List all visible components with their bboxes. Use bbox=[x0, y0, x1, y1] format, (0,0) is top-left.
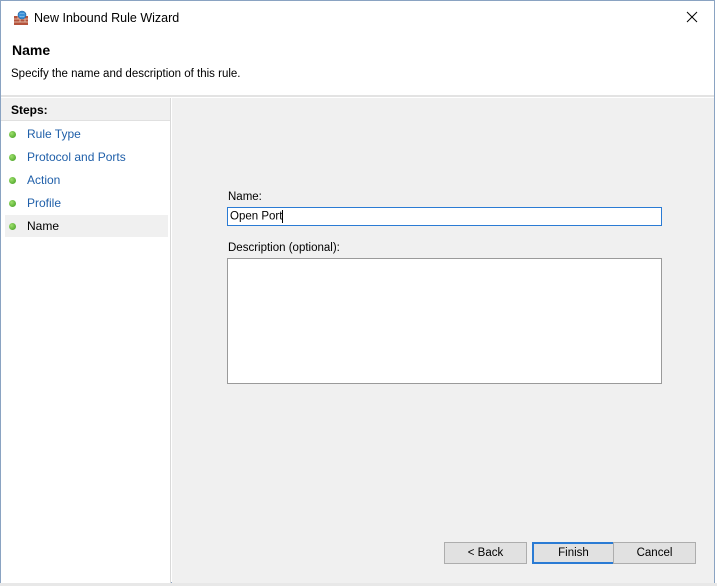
step-label: Profile bbox=[27, 196, 62, 210]
green-dot-icon bbox=[9, 154, 16, 161]
wizard-header: Name Specify the name and description of… bbox=[1, 35, 714, 97]
description-textarea[interactable] bbox=[227, 258, 662, 384]
back-button[interactable]: < Back bbox=[444, 542, 527, 564]
step-action[interactable]: Action bbox=[5, 169, 168, 191]
step-protocol-and-ports[interactable]: Protocol and Ports bbox=[5, 146, 168, 168]
description-label: Description (optional): bbox=[228, 242, 340, 254]
step-label: Action bbox=[27, 173, 61, 187]
cancel-button-label: Cancel bbox=[636, 547, 673, 559]
steps-heading-label: Steps: bbox=[11, 103, 48, 117]
back-button-label: < Back bbox=[467, 547, 504, 559]
close-button[interactable] bbox=[670, 1, 714, 35]
title-bar: New Inbound Rule Wizard bbox=[1, 1, 714, 35]
wizard-window: New Inbound Rule Wizard Name Specify the… bbox=[0, 0, 715, 583]
green-dot-icon bbox=[9, 177, 16, 184]
steps-heading: Steps: bbox=[1, 98, 170, 121]
green-dot-icon bbox=[9, 200, 16, 207]
name-label: Name: bbox=[228, 191, 262, 203]
step-label: Name bbox=[27, 219, 60, 233]
cancel-button[interactable]: Cancel bbox=[613, 542, 696, 564]
steps-pane: Steps: Rule Type Protocol and Ports Acti… bbox=[1, 98, 171, 583]
step-profile[interactable]: Profile bbox=[5, 192, 168, 214]
page-title: Name bbox=[12, 42, 51, 58]
name-input[interactable]: Open Port bbox=[227, 207, 662, 226]
green-dot-icon bbox=[9, 131, 16, 138]
step-rule-type[interactable]: Rule Type bbox=[5, 123, 168, 145]
step-label: Protocol and Ports bbox=[27, 150, 126, 164]
step-name: Name bbox=[5, 215, 168, 237]
page-description: Specify the name and description of this… bbox=[11, 68, 241, 80]
text-caret bbox=[282, 210, 284, 223]
wizard-content: Name: Open Port Description (optional): … bbox=[172, 98, 714, 583]
finish-button[interactable]: Finish bbox=[532, 542, 615, 564]
step-label: Rule Type bbox=[27, 127, 81, 141]
green-dot-icon bbox=[9, 223, 16, 230]
name-input-value: Open Port bbox=[230, 210, 283, 223]
window-title: New Inbound Rule Wizard bbox=[34, 11, 180, 25]
finish-button-label: Finish bbox=[558, 547, 589, 559]
close-icon bbox=[686, 11, 698, 26]
firewall-icon bbox=[13, 10, 29, 26]
